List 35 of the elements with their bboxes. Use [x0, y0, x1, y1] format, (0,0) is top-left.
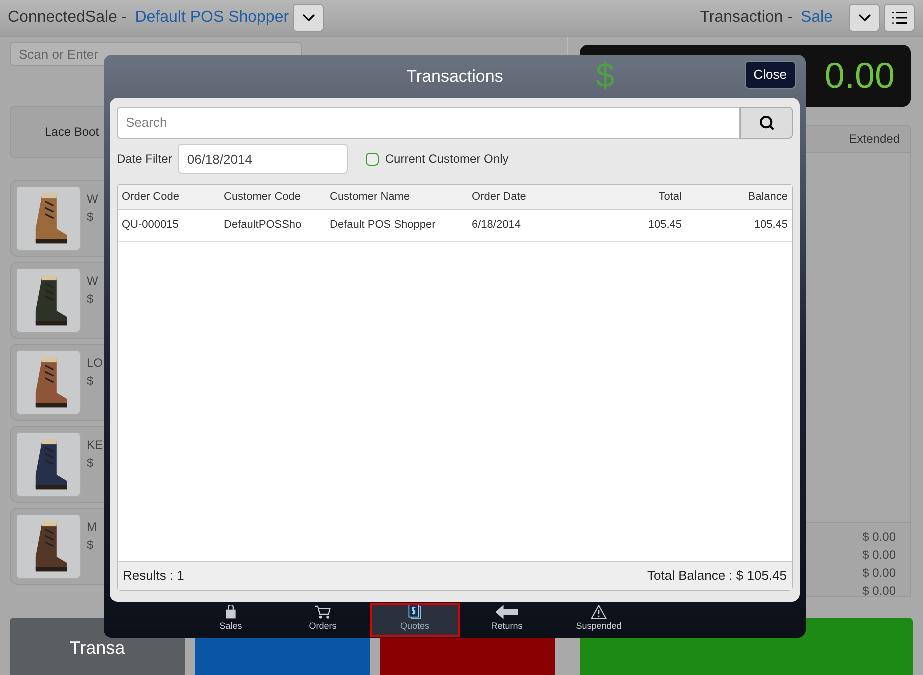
product-name: KE: [87, 437, 104, 454]
table-cell-text: 105.45: [753, 218, 788, 234]
checkbox-label: Current Customer Only: [385, 151, 509, 168]
total-balance: Total Balance : $ 105.45: [648, 567, 787, 586]
product-price: $: [87, 373, 95, 390]
column-header: Extended: [849, 131, 900, 148]
column-header: Balance: [747, 190, 788, 205]
product-price: $: [87, 537, 95, 554]
product-name: W: [87, 273, 98, 290]
transaction-label: Transaction -: [700, 8, 793, 28]
column-header: Customer Name: [330, 190, 412, 205]
column-header: Customer Code: [224, 190, 302, 205]
table-cell-text: 105.45: [647, 218, 682, 234]
total-value: $ 0.00: [862, 547, 896, 564]
column-header: Total: [658, 190, 682, 205]
total-value: $ 0.00: [862, 583, 896, 600]
column-header: Order Date: [472, 190, 528, 205]
table-cell-text: Default POS Shopper: [330, 218, 437, 234]
table-cell-text: 6/18/2014: [472, 218, 522, 234]
results-count: Results : 1: [123, 567, 184, 586]
app-title: ConnectedSale -: [8, 8, 128, 28]
total-value: $ 0.00: [862, 565, 896, 582]
total-amount: 0.00: [824, 54, 895, 98]
table-cell-text: QU-000015: [122, 218, 180, 234]
total-value: $ 0.00: [862, 529, 896, 546]
product-name: LO: [87, 355, 104, 372]
table-cell-text: DefaultPOSSho: [224, 218, 303, 234]
product-price: $: [87, 455, 95, 472]
product-price: $: [87, 209, 95, 226]
product-price: $: [87, 291, 95, 308]
currency-symbol: $: [596, 56, 615, 96]
product-name: M: [87, 519, 97, 536]
column-header: Order Code: [122, 190, 180, 205]
dialog-title: Transactions: [406, 66, 504, 88]
product-name: W: [87, 191, 98, 208]
